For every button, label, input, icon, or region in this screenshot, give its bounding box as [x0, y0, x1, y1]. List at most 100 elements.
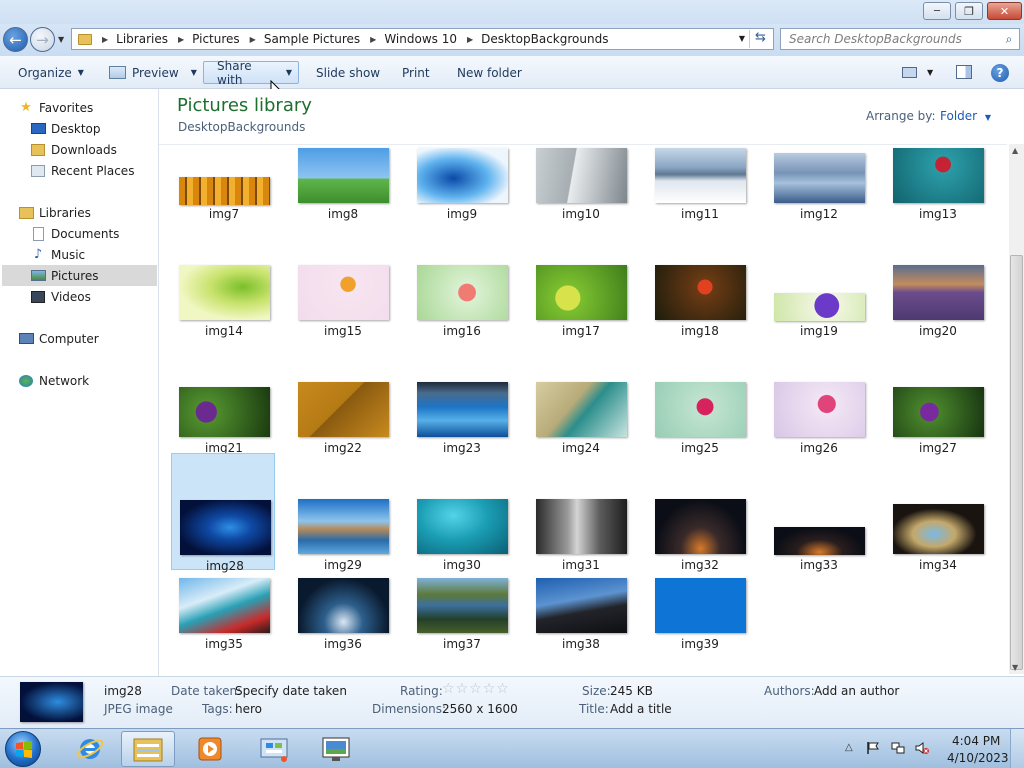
file-thumbnail[interactable]: img34 [888, 496, 984, 574]
forward-button[interactable]: → [30, 27, 55, 52]
nav-favorites[interactable]: ★ Favorites [18, 97, 175, 118]
file-thumbnail[interactable]: img12 [769, 145, 865, 223]
breadcrumb-chevron-icon[interactable]: ▶ [178, 35, 184, 44]
breadcrumb-chevron-icon[interactable]: ▶ [250, 35, 256, 44]
star-icon[interactable]: ☆ [496, 681, 510, 697]
file-thumbnail[interactable]: img28 [171, 453, 275, 573]
star-icon[interactable]: ☆ [469, 681, 483, 697]
breadcrumb-chevron-icon[interactable]: ▶ [467, 35, 473, 44]
scroll-up-icon[interactable]: ▲ [1012, 146, 1018, 155]
refresh-button[interactable]: ⇆ [749, 30, 771, 48]
breadcrumb-sample-pictures[interactable]: Sample Pictures [264, 32, 360, 46]
file-thumbnail[interactable]: img22 [293, 379, 389, 457]
file-thumbnail[interactable]: img9 [412, 145, 508, 223]
taskbar-remote-desktop[interactable] [247, 731, 301, 767]
organize-button[interactable]: Organize ▼ [12, 61, 90, 84]
file-thumbnail[interactable]: img20 [888, 262, 984, 340]
minimize-button[interactable]: ─ [923, 2, 951, 20]
file-thumbnail[interactable]: img38 [531, 575, 627, 653]
file-thumbnail[interactable]: img24 [531, 379, 627, 457]
file-thumbnail[interactable]: img23 [412, 379, 508, 457]
maximize-button[interactable]: ❐ [955, 2, 983, 20]
file-thumbnail[interactable]: img26 [769, 379, 865, 457]
file-thumbnail[interactable]: img18 [650, 262, 746, 340]
file-thumbnail[interactable]: img29 [293, 496, 389, 574]
start-button[interactable] [5, 731, 41, 767]
search-input[interactable]: Search DesktopBackgrounds [789, 32, 999, 46]
scroll-thumb[interactable] [1010, 255, 1023, 670]
file-name: img22 [324, 441, 362, 455]
date-taken-value[interactable]: Specify date taken [235, 684, 347, 698]
slide-show-button[interactable]: Slide show [310, 61, 386, 84]
view-options-dropdown[interactable]: ▼ [927, 68, 933, 77]
taskbar-media-player[interactable] [183, 731, 237, 767]
vertical-scrollbar[interactable]: ▲ ▼ [1009, 144, 1024, 674]
file-thumbnail[interactable]: img8 [293, 145, 389, 223]
star-icon[interactable]: ☆ [456, 681, 470, 697]
nav-computer[interactable]: Computer [18, 328, 175, 349]
taskbar-windows-explorer[interactable] [121, 731, 175, 767]
preview-button[interactable]: Preview ▼ [103, 61, 203, 84]
file-thumbnail[interactable]: img17 [531, 262, 627, 340]
volume-muted-icon[interactable] [915, 741, 929, 755]
address-history-dropdown[interactable]: ▼ [739, 34, 745, 43]
rating-stars[interactable]: ☆☆☆☆☆ [442, 681, 510, 697]
show-hidden-icons-icon[interactable]: △ [845, 742, 853, 753]
file-thumbnail[interactable]: img10 [531, 145, 627, 223]
file-name: img35 [205, 637, 243, 651]
file-thumbnail[interactable]: img33 [769, 496, 865, 574]
file-thumbnail[interactable]: img39 [650, 575, 746, 653]
print-button[interactable]: Print [396, 61, 436, 84]
star-icon[interactable]: ☆ [442, 681, 456, 697]
breadcrumb-chevron-icon[interactable]: ▶ [102, 35, 108, 44]
taskbar-internet-explorer[interactable] [63, 731, 117, 767]
nav-network[interactable]: Network [18, 370, 175, 391]
file-thumbnail[interactable]: img25 [650, 379, 746, 457]
breadcrumb-desktopbackgrounds[interactable]: DesktopBackgrounds [481, 32, 608, 46]
network-tray-icon[interactable] [891, 741, 905, 755]
share-with-button[interactable]: Share with ▼ [203, 59, 299, 87]
scroll-down-icon[interactable]: ▼ [1012, 663, 1018, 672]
close-button[interactable]: ✕ [987, 2, 1022, 20]
file-thumbnail[interactable]: img19 [769, 262, 865, 340]
nav-pictures[interactable]: Pictures [2, 265, 157, 286]
preview-pane-icon[interactable] [956, 65, 972, 79]
tags-value[interactable]: hero [235, 702, 262, 716]
change-view-icon[interactable] [902, 67, 917, 78]
file-thumbnail[interactable]: img37 [412, 575, 508, 653]
search-box[interactable]: Search DesktopBackgrounds ⌕ [780, 28, 1020, 50]
file-thumbnail[interactable]: img30 [412, 496, 508, 574]
file-thumbnail[interactable]: img11 [650, 145, 746, 223]
breadcrumb-pictures[interactable]: Pictures [192, 32, 240, 46]
address-bar[interactable]: ▶ Libraries ▶ Pictures ▶ Sample Pictures… [71, 28, 774, 50]
title-value[interactable]: Add a title [610, 702, 672, 716]
show-desktop-button[interactable] [1010, 729, 1024, 768]
file-thumbnail[interactable]: img31 [531, 496, 627, 574]
file-thumbnail[interactable]: img15 [293, 262, 389, 340]
clock-time[interactable]: 4:04 PM [952, 734, 1000, 748]
new-folder-button[interactable]: New folder [451, 61, 528, 84]
search-icon[interactable]: ⌕ [999, 32, 1019, 47]
file-thumbnail[interactable]: img13 [888, 145, 984, 223]
nav-libraries[interactable]: Libraries [18, 202, 175, 223]
breadcrumb-chevron-icon[interactable]: ▶ [370, 35, 376, 44]
taskbar-display-app[interactable] [309, 731, 363, 767]
back-button[interactable]: ← [3, 27, 28, 52]
star-icon[interactable]: ☆ [483, 681, 497, 697]
file-thumbnail[interactable]: img21 [174, 379, 270, 457]
file-thumbnail[interactable]: img36 [293, 575, 389, 653]
arrange-by-dropdown[interactable]: Folder ▼ [940, 109, 991, 123]
file-thumbnail[interactable]: img35 [174, 575, 270, 653]
recent-pages-dropdown[interactable]: ▼ [58, 35, 64, 44]
breadcrumb-windows-10[interactable]: Windows 10 [384, 32, 457, 46]
help-icon[interactable]: ? [991, 64, 1009, 82]
file-thumbnail[interactable]: img14 [174, 262, 270, 340]
authors-value[interactable]: Add an author [814, 684, 899, 698]
file-thumbnail[interactable]: img27 [888, 379, 984, 457]
file-thumbnail[interactable]: img32 [650, 496, 746, 574]
breadcrumb-libraries[interactable]: Libraries [116, 32, 168, 46]
clock-date[interactable]: 4/10/2023 [947, 751, 1009, 765]
file-thumbnail[interactable]: img16 [412, 262, 508, 340]
file-thumbnail[interactable]: img7 [174, 145, 270, 223]
action-center-flag-icon[interactable] [866, 741, 880, 755]
